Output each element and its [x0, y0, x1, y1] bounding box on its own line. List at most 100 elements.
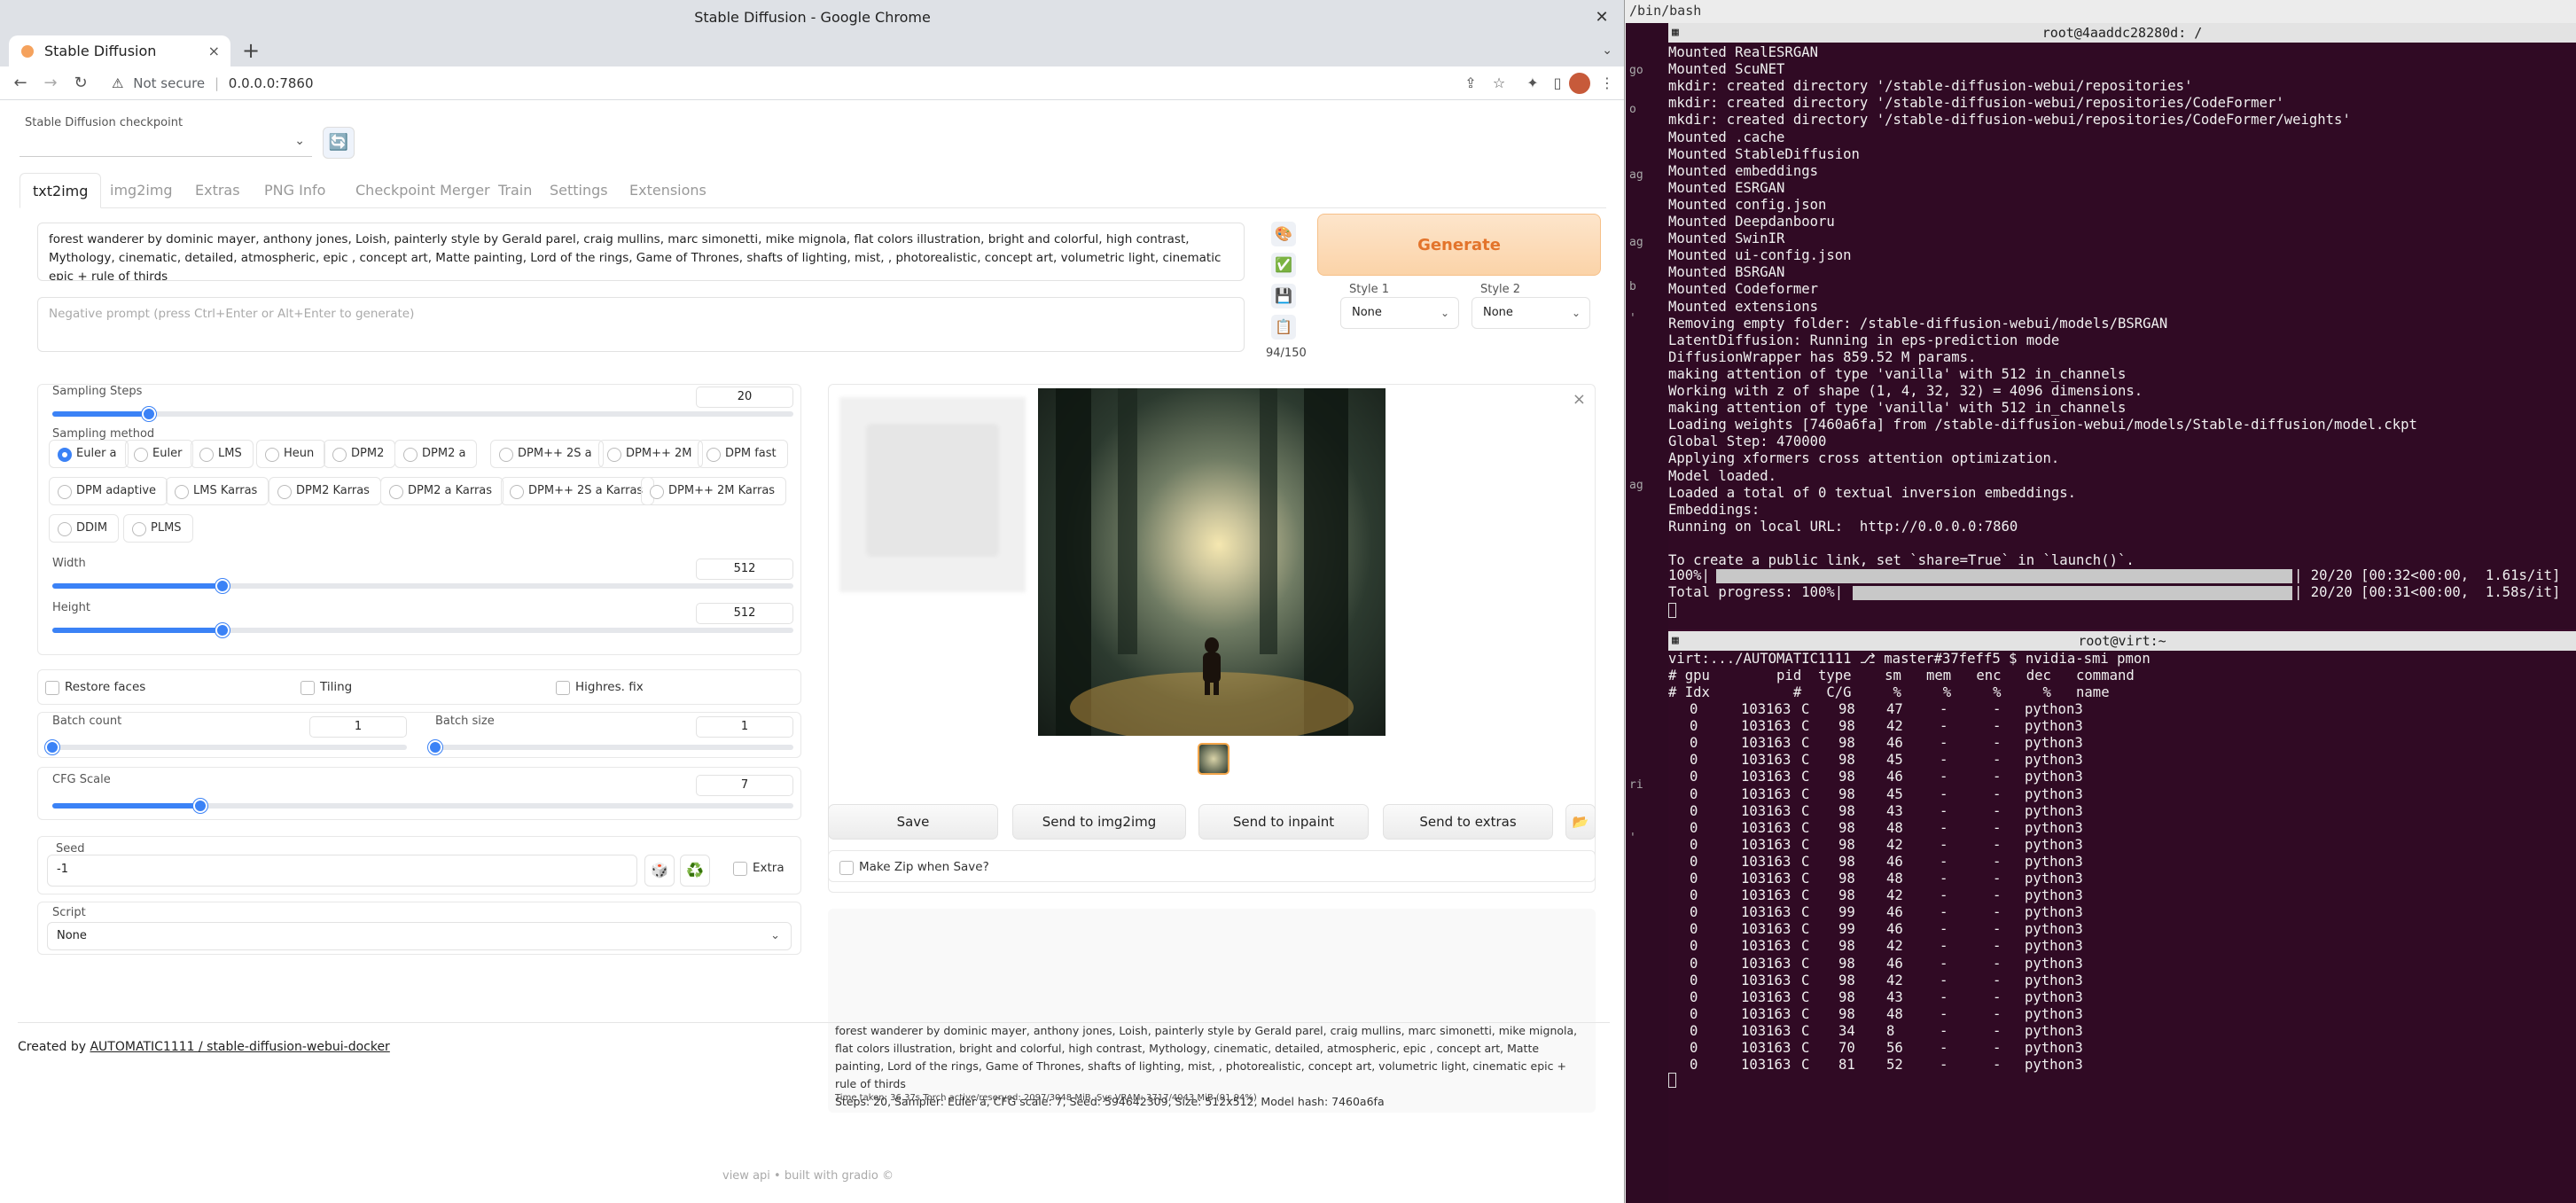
sampler-option[interactable]: Euler [125, 440, 194, 468]
sampling-steps-input[interactable]: 20 [696, 387, 793, 408]
terminal-pane-docker[interactable]: ▦ root@4aaddc28280d: / Mounted RealESRGAN… [1668, 23, 2576, 629]
prompt-textarea[interactable]: forest wanderer by dominic mayer, anthon… [37, 223, 1245, 281]
chevron-down-icon: ⌄ [294, 134, 305, 148]
script-dropdown[interactable]: None ⌄ [47, 922, 792, 950]
share-icon[interactable]: ⇪ [1461, 74, 1480, 93]
height-slider[interactable] [52, 628, 793, 633]
output-thumbnail[interactable] [1198, 743, 1229, 775]
send-to-inpaint-button[interactable]: Send to inpaint [1198, 804, 1369, 840]
sampler-option[interactable]: DPM++ 2S a [490, 440, 604, 468]
send-to-extras-button[interactable]: Send to extras [1383, 804, 1553, 840]
sampler-option[interactable]: DPM2 [324, 440, 396, 468]
sampling-steps-slider[interactable] [52, 411, 793, 417]
slider-handle[interactable] [215, 579, 230, 593]
side-panel-icon[interactable]: ▯ [1548, 74, 1567, 93]
style2-dropdown[interactable]: None ⌄ [1471, 297, 1590, 329]
sampler-option[interactable]: PLMS [123, 514, 193, 543]
sampler-option[interactable]: DPM2 a Karras [380, 477, 504, 505]
width-input[interactable]: 512 [696, 559, 793, 580]
dice-icon[interactable]: 🎲 [644, 855, 675, 887]
open-folder-icon[interactable]: 📂 [1565, 804, 1596, 840]
bookmark-star-icon[interactable]: ☆ [1489, 74, 1509, 93]
footer-api[interactable]: view api • built with gradio © [722, 1169, 894, 1183]
tab-extras[interactable]: Extras [183, 173, 253, 208]
sampler-option[interactable]: DPM adaptive [49, 477, 168, 505]
batch-count-slider[interactable] [52, 745, 407, 750]
terminal-pane-nvidia[interactable]: ▦ root@virt:~ virt:.../AUTOMATIC1111 ⎇ ma… [1668, 631, 2576, 1203]
tab-extensions[interactable]: Extensions [617, 173, 719, 208]
slider-handle[interactable] [193, 799, 208, 813]
style1-dropdown[interactable]: None ⌄ [1340, 297, 1459, 329]
browser-tab[interactable]: Stable Diffusion × [9, 35, 230, 66]
sampler-option[interactable]: LMS Karras [166, 477, 269, 505]
pmon-row: 0 103163 C 98 43 - - python3 [1668, 803, 2576, 820]
sampler-option[interactable]: DPM++ 2M [598, 440, 704, 468]
height-input[interactable]: 512 [696, 603, 793, 624]
cfg-scale-input[interactable]: 7 [696, 775, 793, 796]
tab-strip: Stable Diffusion × + ⌄ [0, 35, 1624, 66]
batch-size-input[interactable]: 1 [696, 716, 793, 738]
sampler-option[interactable]: LMS [191, 440, 254, 468]
profile-avatar[interactable] [1569, 73, 1590, 94]
tab-close-icon[interactable]: × [208, 35, 220, 66]
pmon-cell: - [1940, 785, 1948, 802]
slider-handle[interactable] [428, 740, 442, 754]
sampler-option[interactable]: Euler a [49, 440, 129, 468]
refresh-checkpoint-button[interactable]: 🔄 [323, 127, 355, 159]
negative-prompt-textarea[interactable]: Negative prompt (press Ctrl+Enter or Alt… [37, 297, 1245, 352]
make-zip-checkbox[interactable]: Make Zip when Save? [839, 859, 989, 875]
tiling-checkbox[interactable]: Tiling [301, 679, 352, 695]
pmon-cell: C [1801, 853, 1810, 870]
cfg-scale-slider[interactable] [52, 803, 793, 809]
sampler-option[interactable]: DPM++ 2S a Karras [501, 477, 655, 505]
save-button[interactable]: Save [828, 804, 998, 840]
tab-search-icon[interactable]: ⌄ [1602, 35, 1612, 66]
credits-link[interactable]: AUTOMATIC1111 / stable-diffusion-webui-d… [90, 1040, 389, 1054]
slider-handle[interactable] [141, 407, 156, 421]
address-bar[interactable]: ⚠ Not secure | 0.0.0.0:7860 [98, 70, 1427, 97]
reload-icon[interactable]: ↻ [69, 72, 92, 95]
width-slider[interactable] [52, 583, 793, 589]
restore-faces-checkbox[interactable]: Restore faces [45, 679, 145, 695]
save-style-icon[interactable]: 💾 [1271, 284, 1296, 309]
clipboard-icon[interactable]: 📋 [1271, 315, 1296, 340]
sampler-option[interactable]: Heun [256, 440, 326, 468]
window-close-icon[interactable]: ✕ [1589, 0, 1615, 35]
recycle-icon[interactable]: ♻️ [680, 855, 710, 887]
tab-checkpoint-merger[interactable]: Checkpoint Merger [343, 173, 503, 208]
tab-settings[interactable]: Settings [537, 173, 621, 208]
back-icon[interactable]: ← [9, 72, 32, 95]
close-icon[interactable]: × [1573, 390, 1586, 409]
menu-dots-icon[interactable]: ⋮ [1597, 74, 1617, 93]
slider-handle[interactable] [45, 740, 59, 754]
seed-input[interactable]: -1 [47, 855, 637, 887]
sampler-option[interactable]: DDIM [49, 514, 120, 543]
sampler-option[interactable]: DPM2 a [394, 440, 478, 468]
tab-train[interactable]: Train [486, 173, 544, 208]
pmon-row: 0 103163 C 98 45 - - python3 [1668, 786, 2576, 803]
palette-icon[interactable]: 🎨 [1271, 222, 1296, 246]
sampler-option[interactable]: DPM2 Karras [269, 477, 381, 505]
tab-txt2img[interactable]: txt2img [20, 173, 102, 208]
send-to-img2img-button[interactable]: Send to img2img [1012, 804, 1186, 840]
tab-png-info[interactable]: PNG Info [252, 173, 338, 208]
pmon-cell: 103163 [1741, 988, 1791, 1005]
forward-icon[interactable]: → [39, 72, 62, 95]
pmon-cell: 98 [1838, 735, 1855, 752]
highres-fix-checkbox[interactable]: Highres. fix [556, 679, 644, 695]
new-tab-button[interactable]: + [238, 35, 264, 66]
pmon-cell: C [1801, 1040, 1810, 1056]
generated-image[interactable] [1038, 388, 1386, 736]
sampler-option[interactable]: DPM fast [698, 440, 788, 468]
pmon-cell: 46 [1886, 955, 1903, 972]
generate-button[interactable]: Generate [1317, 214, 1601, 276]
checkpoint-dropdown[interactable]: ⌄ [20, 127, 312, 157]
batch-size-slider[interactable] [435, 745, 793, 750]
extra-seed-checkbox[interactable]: Extra [733, 860, 785, 876]
sampler-option[interactable]: DPM++ 2M Karras [641, 477, 787, 505]
slider-handle[interactable] [215, 623, 230, 637]
extensions-icon[interactable]: ✦ [1523, 74, 1542, 93]
batch-count-input[interactable]: 1 [309, 716, 407, 738]
tab-img2img[interactable]: img2img [98, 173, 185, 208]
check-icon[interactable]: ✅ [1271, 253, 1296, 277]
